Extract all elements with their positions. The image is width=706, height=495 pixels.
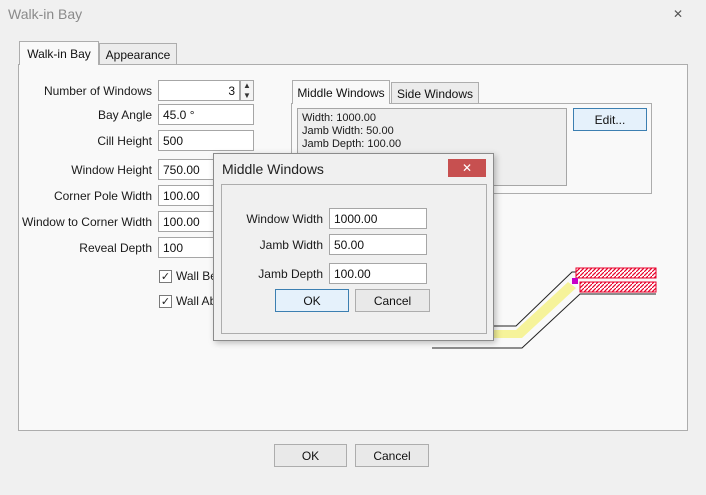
dialog-ok-label: OK: [303, 293, 321, 308]
tab-side-windows[interactable]: Side Windows: [391, 82, 479, 105]
tab-middle-windows[interactable]: Middle Windows: [292, 80, 390, 104]
jamb-width-input[interactable]: [329, 234, 427, 255]
dialog-title: Middle Windows: [222, 161, 324, 177]
summary-line: Width: 1000.00: [302, 112, 376, 124]
wall-hatch-top: [575, 267, 657, 279]
dialog-cancel-label: Cancel: [373, 293, 412, 308]
close-icon: ✕: [461, 161, 473, 175]
wall-above-checkbox[interactable]: ✓: [159, 294, 172, 308]
bay-angle-input[interactable]: [158, 104, 254, 125]
cancel-button[interactable]: Cancel: [355, 444, 429, 467]
label-window-height: Window Height: [71, 163, 152, 177]
summary-line: Jamb Depth: 100.00: [302, 138, 402, 150]
label-cill-height: Cill Height: [97, 134, 152, 148]
summary-line: Jamb Width: 50.00: [302, 125, 394, 137]
spin-down-icon[interactable]: ▼: [241, 91, 253, 101]
number-of-windows-input[interactable]: [158, 80, 240, 101]
wall-below-checkbox-row[interactable]: ✓ Wall Bel: [159, 269, 220, 283]
label-window-width: Window Width: [246, 212, 323, 226]
close-icon: ✕: [672, 6, 684, 21]
corner-marker: [572, 278, 578, 284]
cancel-button-label: Cancel: [373, 448, 411, 463]
label-number-of-windows: Number of Windows: [43, 84, 152, 98]
dialog-body: [221, 184, 487, 334]
window-close-button[interactable]: ✕: [664, 6, 692, 21]
jamb-depth-input[interactable]: [329, 263, 427, 284]
tab-label: Middle Windows: [297, 85, 385, 100]
spin-up-icon[interactable]: ▲: [241, 81, 253, 91]
check-icon: ✓: [160, 270, 171, 283]
tab-label: Walk-in Bay: [27, 46, 91, 61]
tab-appearance[interactable]: Appearance: [99, 43, 177, 66]
tab-label: Side Windows: [396, 87, 474, 101]
dialog-ok-button[interactable]: OK: [275, 289, 349, 312]
ok-button[interactable]: OK: [274, 444, 347, 467]
label-jamb-depth: Jamb Depth: [258, 267, 323, 281]
label-window-to-corner-width: Window to Corner Width: [21, 215, 152, 229]
cill-height-input[interactable]: [158, 130, 254, 151]
wall-hatch-bottom: [579, 281, 657, 293]
window-width-input[interactable]: [329, 208, 427, 229]
label-corner-pole-width: Corner Pole Width: [53, 189, 152, 203]
dialog-cancel-button[interactable]: Cancel: [355, 289, 430, 312]
ok-button-label: OK: [301, 448, 320, 463]
tab-walk-in-bay[interactable]: Walk-in Bay: [19, 41, 99, 65]
label-reveal-depth: Reveal Depth: [79, 241, 152, 255]
window-title: Walk-in Bay: [8, 6, 83, 22]
dialog-close-button[interactable]: ✕: [448, 159, 486, 177]
edit-button[interactable]: Edit...: [573, 108, 647, 131]
middle-windows-dialog: Middle Windows ✕ Window Width Jamb Width…: [213, 153, 494, 341]
label-jamb-width: Jamb Width: [259, 238, 323, 252]
wall-below-checkbox[interactable]: ✓: [159, 269, 172, 283]
tab-label: Appearance: [105, 48, 171, 62]
check-icon: ✓: [160, 295, 171, 308]
number-of-windows-spinner[interactable]: ▲ ▼: [240, 80, 254, 101]
label-bay-angle: Bay Angle: [97, 108, 152, 122]
edit-button-label: Edit...: [594, 112, 626, 127]
